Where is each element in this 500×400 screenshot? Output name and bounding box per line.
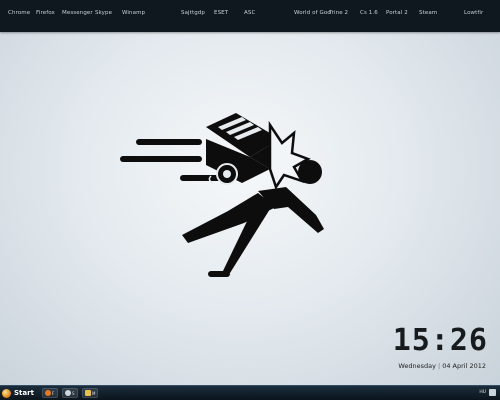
date: 04 April 2012 xyxy=(442,362,486,370)
launcher-sajttgdp[interactable]: Sajttgdp xyxy=(181,10,205,16)
launcher-world-of-goo[interactable]: World of Goo xyxy=(294,10,331,16)
launcher-eset[interactable]: ESET xyxy=(214,10,228,16)
taskbar-button-folder[interactable]: M xyxy=(82,388,98,398)
taskbar-button-firefox[interactable]: F xyxy=(42,388,58,398)
launcher-winamp[interactable]: Winamp xyxy=(122,10,145,16)
desktop-clock: 15:26 xyxy=(392,323,488,358)
launcher-cs-16[interactable]: Cs 1.6 xyxy=(360,10,378,16)
weekday: Wednesday xyxy=(398,362,436,370)
checkmark-icon xyxy=(65,390,71,396)
date-line: Wednesday | 04 April 2012 xyxy=(398,362,486,370)
taskbar-button-label: S xyxy=(72,390,75,396)
launcher-asc[interactable]: ASC xyxy=(244,10,255,16)
launcher-steam[interactable]: Steam xyxy=(419,10,437,16)
start-label: Start xyxy=(14,389,34,397)
wallpaper-camera-hit-figure xyxy=(120,113,324,277)
windows-orb-icon xyxy=(2,388,11,398)
launcher-firefox[interactable]: Firefox xyxy=(36,10,55,16)
launcher-skype[interactable]: Skype xyxy=(95,10,112,16)
taskbar-button-checkmark[interactable]: S xyxy=(62,388,78,398)
language-indicator[interactable]: HU xyxy=(479,390,486,395)
network-icon[interactable] xyxy=(489,389,496,396)
system-tray: HU xyxy=(479,389,496,396)
date-separator: | xyxy=(437,362,441,370)
taskbar-button-label: M xyxy=(92,390,96,396)
launcher-messenger[interactable]: Messenger xyxy=(62,10,93,16)
top-launcher-bar: Chrome Firefox Messenger Skype Winamp Sa… xyxy=(0,0,500,32)
launcher-lowtfir[interactable]: Lowtfir xyxy=(464,10,483,16)
start-button[interactable]: Start xyxy=(2,387,38,399)
taskbar-button-label: F xyxy=(52,390,55,396)
folder-icon xyxy=(85,390,91,396)
firefox-icon xyxy=(45,390,51,396)
launcher-chrome[interactable]: Chrome xyxy=(8,10,30,16)
launcher-trine-2[interactable]: Trine 2 xyxy=(329,10,348,16)
taskbar: Start F S M HU xyxy=(0,385,500,400)
launcher-portal-2[interactable]: Portal 2 xyxy=(386,10,408,16)
